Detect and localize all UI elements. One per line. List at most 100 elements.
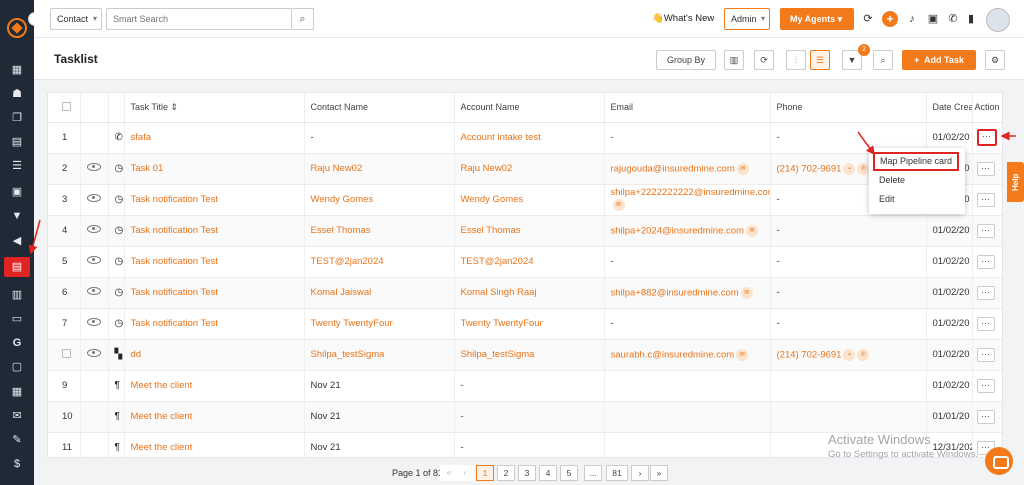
table-row[interactable]: 2 ◷ Task 01 Raju New02 Raju New02 rajugo…	[48, 153, 1002, 185]
email-link[interactable]: shilpa+2024@insuredmine.com	[611, 225, 744, 236]
phone-icon[interactable]: ✆	[857, 162, 870, 175]
task-title-link[interactable]: Task 01	[124, 153, 305, 185]
row-actions-button[interactable]: ···	[976, 129, 997, 146]
table-row[interactable]: 6 ◷ Task notification Test Komal Jaiswal…	[48, 277, 1002, 309]
row-actions-button[interactable]: ···	[976, 161, 995, 176]
refresh-icon[interactable]: ⟳	[860, 11, 876, 27]
row-actions-button[interactable]: ···	[976, 285, 995, 300]
eye-icon[interactable]	[86, 287, 101, 295]
eye-icon[interactable]	[86, 256, 101, 264]
account-name-link[interactable]: Essel Thomas	[454, 215, 605, 247]
delete-option[interactable]: Delete	[869, 171, 965, 190]
task-title-link[interactable]: Meet the client	[124, 401, 305, 433]
account-name-link[interactable]: Wendy Gomes	[454, 184, 605, 216]
row-actions-button[interactable]: ···	[976, 316, 995, 331]
row-actions-button[interactable]: ···	[976, 254, 995, 269]
mail-icon[interactable]: ✉	[612, 199, 625, 212]
edit-option[interactable]: Edit	[869, 190, 965, 209]
sms-icon[interactable]: ▪	[843, 348, 856, 361]
user-avatar[interactable]	[986, 8, 1010, 32]
policies-icon[interactable]: ▤	[9, 134, 25, 150]
contact-name-link[interactable]: Essel Thomas	[304, 215, 455, 247]
phone-link[interactable]: (214) 702-9691	[777, 349, 842, 360]
mail-icon[interactable]: ✉	[736, 162, 749, 175]
eye-icon[interactable]	[86, 318, 101, 326]
email-link[interactable]: shilpa+882@insuredmine.com	[611, 287, 739, 298]
phone-link[interactable]: (214) 702-9691	[777, 163, 842, 174]
table-row[interactable]: 4 ◷ Task notification Test Essel Thomas …	[48, 215, 1002, 247]
row-actions-button[interactable]: ···	[976, 378, 995, 393]
account-name-link[interactable]: Komal Singh Raaj	[454, 277, 605, 309]
add-task-button[interactable]: + Add Task	[902, 50, 976, 70]
chat-widget-icon[interactable]	[985, 447, 1013, 475]
kanban-view-icon[interactable]: ⫶	[786, 50, 806, 70]
account-name-link[interactable]: Shilpa_testSigma	[454, 339, 605, 371]
page-button[interactable]: 1	[476, 465, 494, 481]
row-checkbox[interactable]	[62, 348, 71, 358]
page-button[interactable]: 81	[606, 465, 628, 481]
last-page-button[interactable]: »	[650, 465, 668, 481]
table-row[interactable]: 10 ¶ Meet the client Nov 21 - 01/01/20 ·…	[48, 401, 1002, 433]
calendar-icon[interactable]: ▦	[9, 384, 25, 400]
map-pipeline-card-option[interactable]: Map Pipeline card	[873, 152, 959, 171]
page-button[interactable]: 4	[539, 465, 557, 481]
task-title-link[interactable]: Meet the client	[124, 370, 305, 402]
account-name-link[interactable]: Raju New02	[454, 153, 605, 185]
col-task-title[interactable]: Task Title ⇕	[124, 93, 305, 123]
quick-add-icon[interactable]: +	[882, 11, 898, 27]
table-row[interactable]: 3 ◷ Task notification Test Wendy Gomes W…	[48, 184, 1002, 216]
bell-icon[interactable]: ♪	[904, 11, 920, 27]
dollar-icon[interactable]: $	[9, 456, 25, 472]
prev-page-button[interactable]: ‹	[456, 465, 474, 481]
phone-icon[interactable]: ✆	[857, 348, 870, 361]
signature-icon[interactable]: ✎	[9, 432, 25, 448]
task-title-link[interactable]: Meet the client	[124, 432, 305, 457]
table-row[interactable]: 5 ◷ Task notification Test TEST@2jan2024…	[48, 246, 1002, 278]
task-title-link[interactable]: Task notification Test	[124, 215, 305, 247]
list-view-icon[interactable]: ☰	[810, 50, 830, 70]
google-icon[interactable]: G	[9, 335, 25, 351]
eye-icon[interactable]	[86, 225, 101, 233]
account-name-link[interactable]: Account intake test	[454, 122, 605, 154]
megaphone-icon[interactable]: ◀	[9, 233, 25, 249]
settings-gear-icon[interactable]: ⚙	[985, 50, 1005, 70]
row-actions-button[interactable]: ···	[976, 347, 995, 362]
task-title-link[interactable]: sfafa	[124, 122, 305, 154]
table-row[interactable]: 9 ¶ Meet the client Nov 21 - 01/02/20 ··…	[48, 370, 1002, 402]
search-icon[interactable]: ⌕	[292, 8, 314, 30]
group-by-button[interactable]: Group By	[656, 50, 716, 70]
next-page-button[interactable]: ›	[631, 465, 649, 481]
admin-select[interactable]: Admin ▾	[724, 8, 770, 30]
eye-icon[interactable]	[86, 194, 101, 202]
my-agents-button[interactable]: My Agents ▾	[780, 8, 854, 30]
app-logo[interactable]	[7, 18, 27, 38]
help-tab[interactable]: Help	[1007, 162, 1024, 202]
funnel-icon[interactable]: ▼	[9, 208, 25, 224]
account-name-link[interactable]: TEST@2jan2024	[454, 246, 605, 278]
table-row[interactable]: 1 ✆ sfafa - Account intake test - - 01/0…	[48, 122, 1002, 154]
row-actions-button[interactable]: ···	[976, 223, 995, 238]
whats-new-link[interactable]: 👋What's New	[652, 13, 714, 24]
mail-icon[interactable]: ✉	[736, 348, 749, 361]
task-title-link[interactable]: Task notification Test	[124, 308, 305, 340]
columns-icon[interactable]: ▥	[724, 50, 744, 70]
contact-name-link[interactable]: Shilpa_testSigma	[304, 339, 455, 371]
mail-icon[interactable]: ✉	[9, 408, 25, 424]
contact-name-link[interactable]: Wendy Gomes	[304, 184, 455, 216]
page-button[interactable]: 5	[560, 465, 578, 481]
table-row[interactable]: ▚ dd Shilpa_testSigma Shilpa_testSigma s…	[48, 339, 1002, 371]
mail-icon[interactable]: ✉	[740, 286, 753, 299]
page-button[interactable]: 3	[518, 465, 536, 481]
eye-icon[interactable]	[86, 163, 101, 171]
row-actions-button[interactable]: ···	[976, 192, 995, 207]
contact-name-link[interactable]: Twenty TwentyFour	[304, 308, 455, 340]
phone-icon[interactable]: ✆	[945, 11, 961, 27]
task-title-link[interactable]: Task notification Test	[124, 184, 305, 216]
contact-name-link[interactable]: TEST@2jan2024	[304, 246, 455, 278]
sms-icon[interactable]: ▪	[843, 162, 856, 175]
row-actions-button[interactable]: ···	[976, 409, 995, 424]
tasklist-nav-icon[interactable]: ▤	[4, 257, 30, 277]
search-tasks-icon[interactable]: ⌕	[873, 50, 893, 70]
contacts-icon[interactable]: ☗	[9, 86, 25, 102]
trash-icon[interactable]: ▮	[963, 11, 979, 27]
